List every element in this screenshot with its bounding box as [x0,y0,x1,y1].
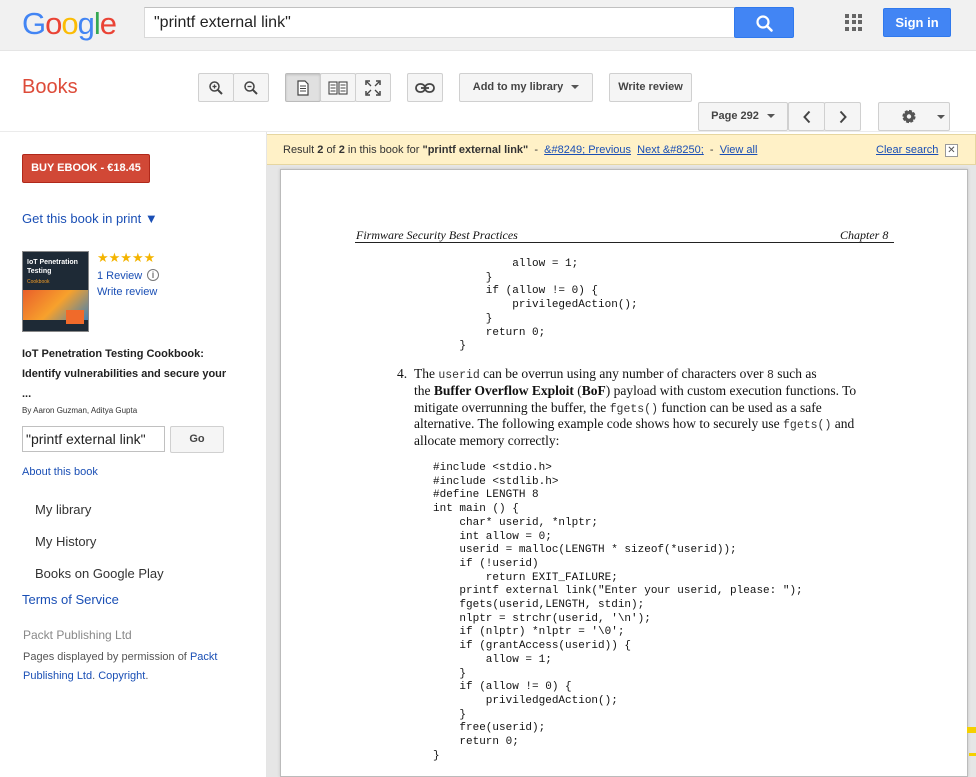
next-page-button[interactable] [824,102,861,131]
link-icon [415,82,435,93]
text-run: ( [573,383,582,398]
code-inline: fgets() [783,419,832,432]
text-run: can be overrun using any number of chara… [479,366,767,381]
text-run: The [414,366,439,381]
book-cover[interactable]: IoT Penetration Testing Cookbook [22,251,89,332]
write-review-link[interactable]: Write review [97,286,157,298]
apps-grid-icon[interactable] [845,14,862,31]
paragraph-line-2: the Buffer Overflow Exploit (BoF) payloa… [414,383,856,400]
paragraph-line-5: allocate memory correctly: [414,433,559,450]
zoom-out-icon [244,80,258,95]
books-section-title[interactable]: Books [22,76,78,99]
link-button[interactable] [407,73,443,102]
sign-in-button[interactable]: Sign in [883,8,951,37]
two-page-icon [328,80,348,95]
cover-subtitle: Cookbook [27,279,50,285]
my-library-link[interactable]: My library [35,502,91,517]
page-select-label: Page 292 [711,110,759,122]
text-run: function can be used as a safe [657,400,822,415]
terms-of-service-link[interactable]: Terms of Service [22,592,119,607]
zoom-in-icon [209,80,223,95]
get-book-in-print-link[interactable]: Get this book in print ▼ [22,211,158,226]
text-run: ) payload with custom execution function… [605,383,857,398]
code-inline: fgets() [609,403,658,416]
star-rating: ★★★★★ [97,250,156,265]
info-icon[interactable]: i [147,269,159,281]
chevron-down-icon [766,114,775,119]
fullscreen-button[interactable] [355,73,391,102]
permission-notice: Pages displayed by permission of Packt P… [23,651,218,682]
about-this-book-link[interactable]: About this book [22,466,98,478]
paragraph-line-1: The userid can be overrun using any numb… [414,366,817,385]
previous-result-link[interactable]: &#8249; Previous [544,144,631,156]
close-icon[interactable]: ✕ [945,144,958,157]
text-run: alternative. The following example code … [414,416,784,431]
search-in-book-input[interactable]: "printf external link" [22,426,165,452]
book-title: IoT Penetration Testing Cookbook: Identi… [22,348,227,400]
single-page-view-button[interactable] [285,73,321,102]
gear-icon [902,109,945,124]
result-current: 2 [317,144,324,156]
my-history-link[interactable]: My History [35,534,96,549]
search-button[interactable] [734,7,794,38]
result-highlight-marker [969,753,976,756]
text-run: allocate memory correctly: [414,433,560,448]
publisher-name: Packt Publishing Ltd [23,628,132,642]
result-of: of [326,144,336,156]
text-run: mitigate overrunning the buffer, the [414,400,610,415]
add-to-library-button[interactable]: Add to my library [459,73,593,102]
book-authors: By Aaron Guzman, Aditya Gupta [22,406,138,415]
top-bar: Google "printf external link" Sign in [0,0,976,51]
zoom-out-button[interactable] [233,73,269,102]
view-all-link[interactable]: View all [720,144,758,156]
add-to-library-label: Add to my library [472,81,564,93]
chevron-right-icon [839,110,847,123]
settings-button[interactable] [878,102,950,131]
page-header-left: Firmware Security Best Practices [356,228,518,242]
copyright-link[interactable]: Copyright [98,670,145,682]
code-block-top: allow = 1; } if (allow != 0) { privilege… [459,258,638,353]
search-icon [756,15,773,32]
result-summary: Result 2 of 2 in this book for "printf e… [283,144,758,156]
two-page-view-button[interactable] [320,73,356,102]
chevron-down-icon [571,85,580,90]
code-inline: userid [438,369,480,382]
text-run: the [414,383,434,398]
page-header-rule [355,242,894,243]
bold-term: Buffer Overflow Exploit [433,383,574,398]
single-page-icon [297,79,309,96]
page-select-dropdown[interactable]: Page 292 [698,102,788,131]
permission-prefix: Pages displayed by permission of [23,651,187,663]
cover-title: IoT Penetration Testing [27,259,78,275]
result-prefix: Result [283,144,315,156]
write-review-button[interactable]: Write review [609,73,692,102]
text-run: and [831,416,855,431]
books-on-google-play-link[interactable]: Books on Google Play [35,566,164,581]
previous-page-button[interactable] [788,102,825,131]
search-result-bar: Result 2 of 2 in this book for "printf e… [267,134,976,165]
paragraph-line-4: alternative. The following example code … [414,416,854,435]
go-button[interactable]: Go [170,426,224,453]
list-item-number: 4. [397,366,408,381]
result-total: 2 [338,144,345,156]
zoom-in-button[interactable] [198,73,234,102]
result-query: "printf external link" [422,144,529,156]
fullscreen-icon [365,79,381,96]
result-middle: in this book for [347,144,420,156]
review-count-link[interactable]: 1 Review [97,270,142,282]
search-input[interactable]: "printf external link" [144,7,735,38]
page-header-right: Chapter 8 [840,228,889,242]
google-logo[interactable]: Google [22,6,117,42]
text-run: such as [773,366,817,381]
buy-ebook-button[interactable]: BUY EBOOK - €18.45 [22,154,150,183]
clear-search-link[interactable]: Clear search [876,144,938,156]
next-result-link[interactable]: Next &#8250; [637,144,704,156]
bold-term: BoF [581,383,606,398]
result-highlight-marker [967,727,976,733]
chevron-left-icon [802,110,810,123]
code-block-bottom: #include <stdio.h> #include <stdlib.h> #… [433,462,803,762]
code-inline: 8 [766,369,774,382]
publisher-logo [66,310,84,324]
